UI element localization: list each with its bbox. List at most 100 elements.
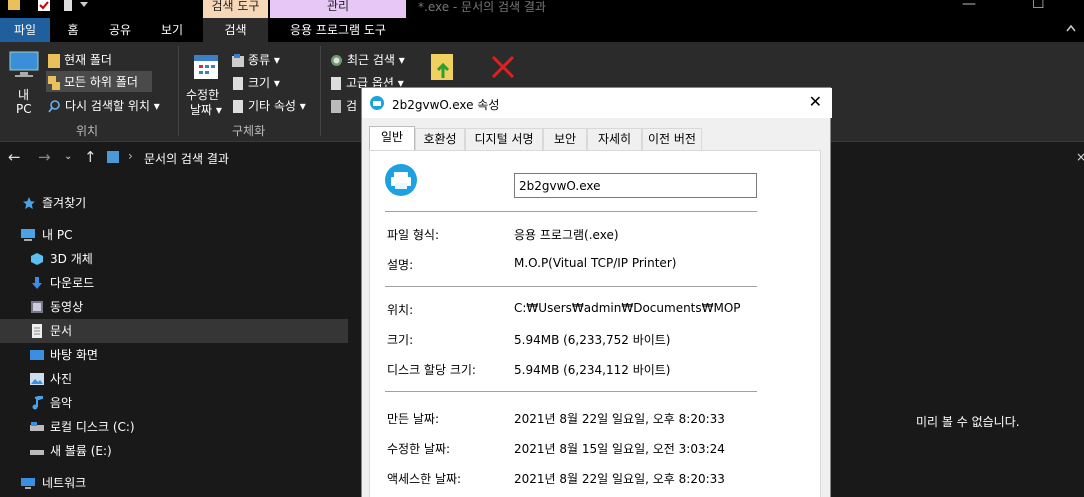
tab-home[interactable]: 홈: [56, 18, 90, 42]
search-clear-icon[interactable]: ×: [1076, 150, 1084, 164]
location-value: C:₩Users₩admin₩Documents₩MOP: [514, 301, 741, 315]
folder-icon[interactable]: [8, 0, 20, 12]
quick-access-dropdown-icon[interactable]: [80, 2, 88, 8]
nav-item-network[interactable]: 네트워크: [0, 471, 348, 495]
nav-item-music[interactable]: 음악: [0, 391, 348, 415]
minimize-icon[interactable]: —: [962, 0, 976, 12]
tab-security[interactable]: 보안: [543, 128, 587, 150]
music-icon: [32, 396, 43, 410]
close-search-icon[interactable]: [490, 54, 516, 80]
chevron-up-icon[interactable]: [1066, 24, 1076, 32]
size-on-disk-label: 디스크 할당 크기:: [387, 363, 476, 377]
size-label: 크기:: [387, 333, 414, 347]
size-button[interactable]: 크기 ▾: [232, 74, 280, 91]
recent-search-icon: [331, 55, 342, 66]
nav-item-label: 음악: [50, 396, 73, 410]
back-arrow-icon[interactable]: ←: [8, 148, 21, 166]
filename-field[interactable]: [514, 173, 757, 198]
nav-item-label: 내 PC: [42, 228, 73, 242]
created-label: 만든 날짜:: [387, 412, 440, 426]
divider: [385, 391, 757, 392]
other-properties-button[interactable]: 기타 속성 ▾: [232, 97, 306, 114]
picture-icon: [30, 373, 44, 385]
properties-dialog: 2b2gvwO.exe 속성 ✕ 일반 호환성 디지털 서명 보안 자세히 이전…: [361, 87, 832, 497]
breadcrumb[interactable]: 문서의 검색 결과: [144, 150, 229, 167]
maximize-icon[interactable]: ☐: [1032, 0, 1045, 12]
subfolders-icon: [48, 75, 60, 90]
tab-compatibility[interactable]: 호환성: [415, 128, 465, 150]
close-icon[interactable]: ✕: [809, 92, 822, 111]
general-tab-panel: 파일 형식: 응용 프로그램(.exe) 설명: M.O.P(Vitual TC…: [369, 150, 821, 497]
nav-item-videos[interactable]: 동영상: [0, 295, 348, 319]
tab-details[interactable]: 자세히: [587, 128, 642, 150]
drive-icon: [30, 450, 44, 455]
new-folder-icon[interactable]: [62, 0, 74, 12]
accessed-value: 2021년 8월 22일 일요일, 오후 8:20:33: [514, 472, 725, 486]
nav-item-3d-objects[interactable]: 3D 개체: [0, 247, 348, 271]
group-label-refine: 구체화: [232, 124, 266, 138]
recent-locations-chevron-icon[interactable]: ⌄: [64, 151, 72, 162]
nav-item-this-pc[interactable]: 내 PC: [0, 223, 348, 247]
tab-view[interactable]: 보기: [152, 18, 192, 42]
nav-item-label: 새 볼륨 (E:): [50, 444, 112, 458]
properties-icon: [233, 100, 243, 113]
forward-arrow-icon[interactable]: →: [38, 148, 51, 166]
date-modified-button-label2: 날짜 ▾: [190, 103, 222, 117]
tab-previous-versions[interactable]: 이전 버전: [642, 128, 702, 150]
nav-item-desktop[interactable]: 바탕 화면: [0, 343, 348, 367]
cube-icon: [31, 253, 43, 265]
nav-item-pictures[interactable]: 사진: [0, 367, 348, 391]
printer-app-icon: [370, 96, 384, 110]
tab-file[interactable]: 파일: [0, 18, 50, 42]
video-icon: [31, 301, 43, 313]
nav-item-label: 문서: [50, 324, 73, 338]
properties-check-icon[interactable]: [38, 0, 50, 12]
dialog-title-bar[interactable]: 2b2gvwO.exe 속성 ✕: [362, 88, 832, 118]
search-again-label: 다시 검색할 위치: [65, 99, 150, 113]
tab-app-tools[interactable]: 응용 프로그램 도구: [270, 18, 406, 42]
explorer-window: 검색 도구 관리 *.exe - 문서의 검색 결과 — ☐ 파일 홈 공유 보…: [0, 0, 1084, 497]
this-pc-button[interactable]: 내: [18, 86, 29, 103]
nav-item-local-disk-c[interactable]: 로컬 디스크 (C:): [0, 415, 348, 439]
printer-app-icon: [385, 164, 417, 196]
location-label: 위치:: [387, 303, 414, 317]
nav-item-label: 바탕 화면: [50, 348, 98, 362]
save-icon: [331, 100, 341, 113]
title-bar: 검색 도구 관리 *.exe - 문서의 검색 결과 — ☐: [0, 0, 1084, 18]
date-modified-label2: 날짜: [190, 103, 213, 117]
file-type-label: 파일 형식:: [387, 228, 440, 242]
current-folder-button[interactable]: 현재 폴더: [48, 51, 112, 68]
calendar-icon: [194, 55, 218, 79]
search-again-button[interactable]: 다시 검색할 위치 ▾: [48, 97, 160, 114]
this-pc-button-label2: PC: [16, 102, 32, 116]
nav-item-documents[interactable]: 문서: [0, 319, 348, 343]
modified-label: 수정한 날짜:: [387, 442, 451, 456]
up-arrow-icon[interactable]: ↑: [84, 148, 97, 166]
tab-share[interactable]: 공유: [100, 18, 140, 42]
nav-item-downloads[interactable]: 다운로드: [0, 271, 348, 295]
preview-pane-message: 미리 볼 수 없습니다.: [916, 415, 1020, 429]
open-file-location-icon[interactable]: [430, 52, 456, 82]
nav-item-label: 사진: [50, 372, 73, 386]
other-props-label: 기타 속성: [248, 99, 296, 113]
tab-digital-signature[interactable]: 디지털 서명: [465, 128, 543, 150]
save-search-label: 검: [346, 99, 358, 113]
recent-searches-button[interactable]: 최근 검색 ▾: [330, 51, 405, 68]
nav-item-label: 네트워크: [42, 476, 87, 490]
tab-general[interactable]: 일반: [369, 126, 415, 151]
tab-search[interactable]: 검색: [203, 18, 268, 42]
size-value: 5.94MB (6,233,752 바이트): [514, 333, 671, 347]
description-value: M.O.P(Vitual TCP/IP Printer): [514, 256, 677, 270]
star-icon: [23, 197, 35, 209]
nav-item-label: 다운로드: [50, 276, 95, 290]
nav-item-favorites[interactable]: 즐겨찾기: [0, 191, 348, 215]
all-subfolders-button[interactable]: 모든 하위 폴더: [46, 71, 152, 92]
file-type-value: 응용 프로그램(.exe): [514, 228, 619, 242]
group-label-location: 위치: [76, 124, 99, 138]
ribbon-divider: [178, 46, 179, 136]
save-search-button[interactable]: 검: [330, 97, 357, 114]
nav-item-volume-e[interactable]: 새 볼륨 (E:): [0, 439, 348, 463]
kind-button[interactable]: 종류 ▾: [232, 51, 280, 68]
dialog-title: 2b2gvwO.exe 속성: [392, 98, 500, 112]
search-tools-context-tab: 검색 도구: [203, 0, 268, 18]
